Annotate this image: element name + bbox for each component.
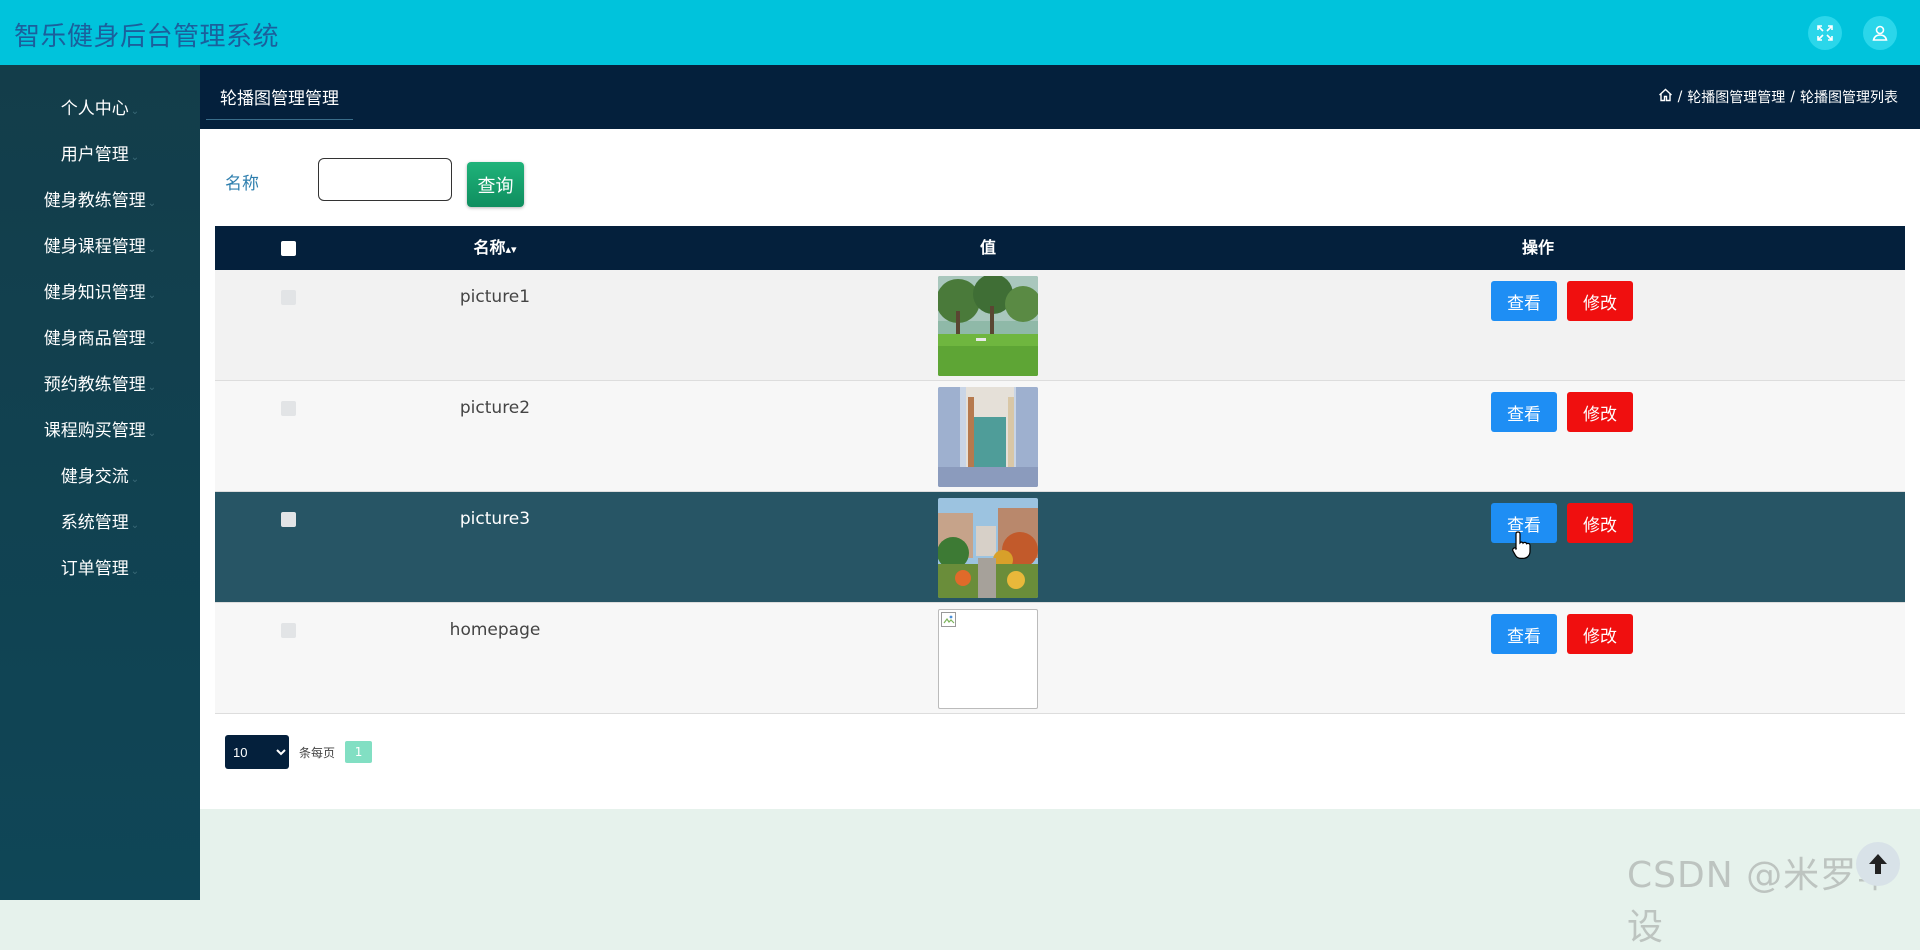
tab-carousel-management[interactable]: 轮播图管理管理: [206, 65, 353, 120]
chevron-down-icon: ⌄: [130, 106, 140, 117]
chevron-down-icon: ⌄: [130, 566, 140, 577]
per-page-label: 条每页: [299, 745, 336, 760]
table-row: picture3 查看 修改: [215, 492, 1905, 603]
view-button[interactable]: 查看: [1491, 281, 1557, 321]
chevron-down-icon: ⌄: [147, 336, 157, 347]
user-icon[interactable]: [1863, 16, 1897, 50]
top-bar: 智乐健身后台管理系统: [0, 0, 1920, 65]
sidebar-item-system[interactable]: 系统管理 ⌄: [0, 503, 200, 543]
row-checkbox[interactable]: [280, 401, 296, 416]
breadcrumb-item-current: 轮播图管理列表: [1800, 90, 1898, 106]
fullscreen-icon[interactable]: [1808, 16, 1842, 50]
chevron-down-icon: ⌄: [147, 198, 157, 209]
edit-button[interactable]: 修改: [1567, 614, 1633, 654]
app-title: 智乐健身后台管理系统: [14, 22, 280, 52]
sidebar-item-purchases[interactable]: 课程购买管理 ⌄: [0, 411, 200, 451]
column-header-actions: 操作: [1521, 238, 1554, 257]
row-checkbox[interactable]: [280, 512, 296, 527]
search-label: 名称: [225, 174, 259, 194]
row-name: picture2: [459, 398, 531, 418]
table-row: picture1 查看 修改: [215, 270, 1905, 381]
hand-cursor-icon: [1512, 530, 1534, 564]
sidebar-item-orders[interactable]: 订单管理 ⌄: [0, 549, 200, 589]
view-button[interactable]: 查看: [1491, 392, 1557, 432]
sidebar-item-knowledge[interactable]: 健身知识管理 ⌄: [0, 273, 200, 313]
sidebar-item-coaches[interactable]: 健身教练管理 ⌄: [0, 181, 200, 221]
sidebar-item-courses[interactable]: 健身课程管理 ⌄: [0, 227, 200, 267]
page-number-1[interactable]: 1: [345, 741, 373, 763]
sidebar-item-bookings[interactable]: 预约教练管理 ⌄: [0, 365, 200, 405]
edit-button[interactable]: 修改: [1567, 503, 1633, 543]
window-interior-photo[interactable]: [938, 387, 1038, 487]
chevron-down-icon: ⌄: [147, 290, 157, 301]
table-row: picture2 查看 修改: [215, 381, 1905, 492]
chevron-down-icon: ⌄: [130, 474, 140, 485]
row-checkbox[interactable]: [280, 623, 296, 638]
table-row: homepage 查看 修改: [215, 603, 1905, 714]
table-header: 名称▴▾ 值 操作: [215, 226, 1905, 270]
sidebar-item-users[interactable]: 用户管理 ⌄: [0, 135, 200, 175]
pagination: 10 条每页 1: [225, 735, 373, 769]
page-size-select[interactable]: 10: [225, 735, 289, 769]
chevron-down-icon: ⌄: [147, 244, 157, 255]
column-header-value: 值: [979, 238, 996, 257]
column-header-name[interactable]: 名称▴▾: [395, 226, 595, 270]
back-to-top-button[interactable]: [1856, 842, 1900, 886]
breadcrumb: / 轮播图管理管理 / 轮播图管理列表: [1658, 87, 1898, 107]
campus-garden-photo[interactable]: [938, 498, 1038, 598]
main-panel: 名称 查询 名称▴▾ 值 操作 picture1 查看 修改 picture2 …: [200, 129, 1920, 809]
broken-image-icon[interactable]: [938, 609, 1038, 709]
home-icon[interactable]: [1658, 88, 1673, 106]
content-header: 轮播图管理管理 / 轮播图管理管理 / 轮播图管理列表: [200, 65, 1920, 129]
view-button[interactable]: 查看: [1491, 614, 1557, 654]
row-name: picture1: [459, 287, 531, 307]
chevron-down-icon: ⌄: [130, 520, 140, 531]
chevron-down-icon: ⌄: [147, 382, 157, 393]
breadcrumb-separator: /: [1790, 89, 1795, 105]
sidebar-item-products[interactable]: 健身商品管理 ⌄: [0, 319, 200, 359]
sidebar-item-personal-center[interactable]: 个人中心 ⌄: [0, 89, 200, 129]
row-checkbox[interactable]: [280, 290, 296, 305]
sidebar: 个人中心 ⌄ 用户管理 ⌄ 健身教练管理 ⌄ 健身课程管理 ⌄ 健身知识管理 ⌄ 健身商品…: [0, 65, 200, 900]
search-button[interactable]: 查询: [467, 162, 524, 207]
sidebar-item-forum[interactable]: 健身交流 ⌄: [0, 457, 200, 497]
campus-lawn-photo[interactable]: [938, 276, 1038, 376]
data-table: 名称▴▾ 值 操作 picture1 查看 修改 picture2 查看 修改 …: [215, 226, 1905, 714]
chevron-down-icon: ⌄: [147, 428, 157, 439]
breadcrumb-item[interactable]: 轮播图管理管理: [1687, 87, 1785, 107]
sort-icon[interactable]: ▴▾: [505, 243, 516, 256]
name-search-input[interactable]: [318, 158, 452, 201]
row-name: homepage: [449, 620, 541, 640]
select-all-checkbox[interactable]: [280, 241, 296, 256]
breadcrumb-separator: /: [1677, 89, 1683, 105]
edit-button[interactable]: 修改: [1567, 392, 1633, 432]
row-name: picture3: [459, 509, 531, 529]
select-all-cell: [273, 226, 303, 270]
arrow-up-icon: [1869, 854, 1887, 874]
edit-button[interactable]: 修改: [1567, 281, 1633, 321]
chevron-down-icon: ⌄: [130, 152, 140, 163]
